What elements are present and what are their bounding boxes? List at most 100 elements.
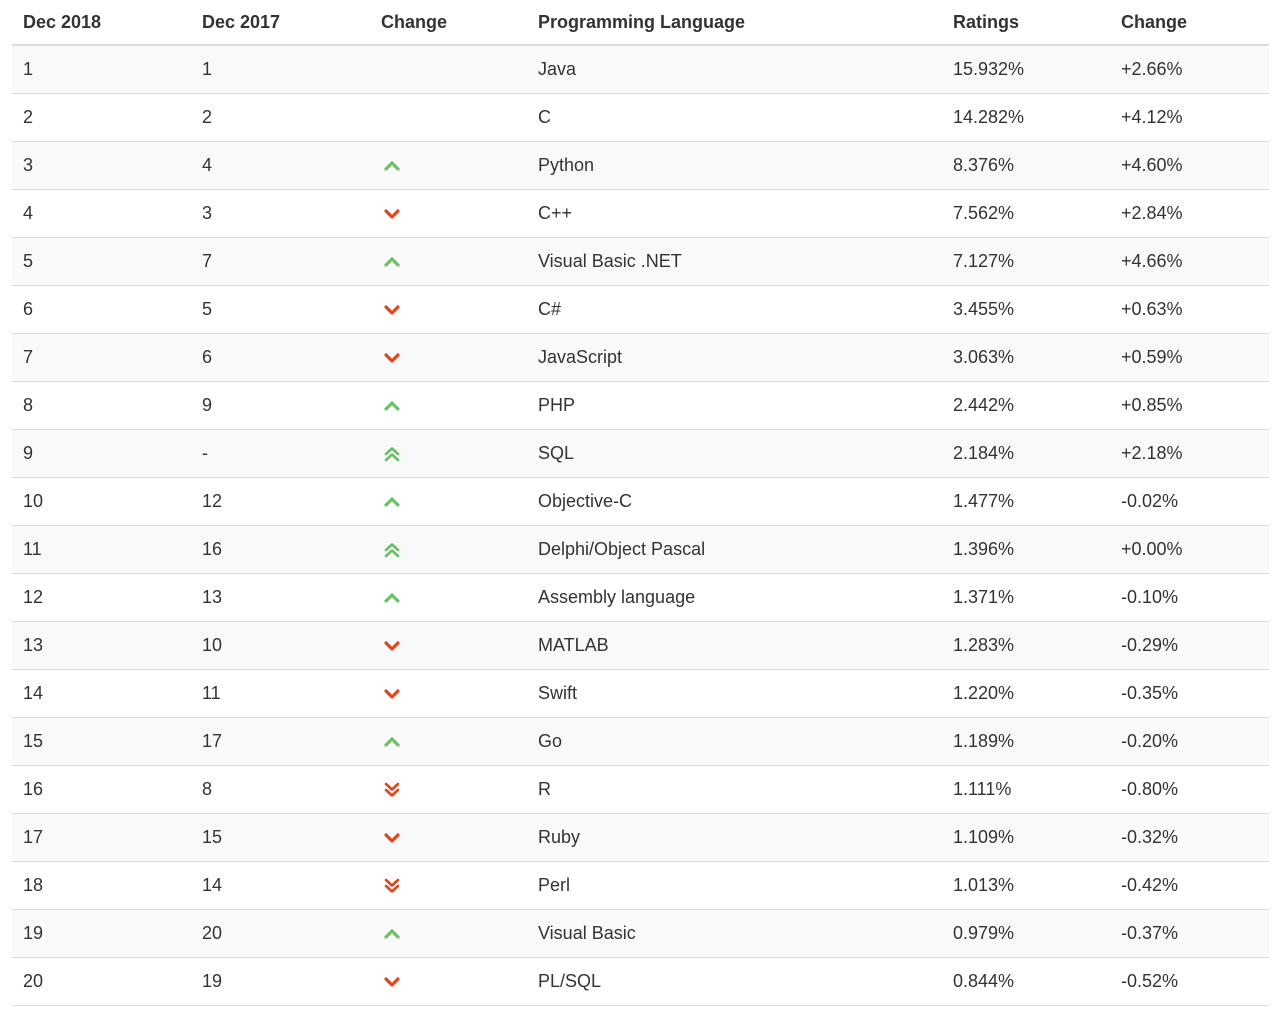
rating-change-value: -0.20% <box>1110 717 1269 766</box>
rating-change-value: +4.12% <box>1110 93 1269 142</box>
rating-value: 1.477% <box>942 477 1110 526</box>
language-name: Visual Basic <box>527 909 942 958</box>
rating-value: 2.442% <box>942 381 1110 430</box>
header-rating-change[interactable]: Change <box>1110 0 1269 46</box>
rating-value: 0.844% <box>942 957 1110 1006</box>
rating-value: 8.376% <box>942 141 1110 190</box>
rating-change-value: +4.66% <box>1110 237 1269 286</box>
language-name: Java <box>527 45 942 94</box>
table-row[interactable]: 19 20 Visual Basic 0.979% -0.37% <box>12 909 1269 958</box>
language-name: Swift <box>527 669 942 718</box>
header-dec-2018[interactable]: Dec 2018 <box>12 0 191 46</box>
header-rank-change[interactable]: Change <box>370 0 527 46</box>
rank-change-cell <box>370 333 527 382</box>
rank-change-cell <box>370 957 527 1006</box>
rank-2018: 11 <box>12 525 191 574</box>
table-row[interactable]: 9- SQL 2.184% +2.18% <box>12 429 1269 478</box>
rank-2018: 10 <box>12 477 191 526</box>
rank-2018: 16 <box>12 765 191 814</box>
rank-2018: 8 <box>12 381 191 430</box>
rank-2017: 8 <box>191 765 370 814</box>
table-row[interactable]: 13 10 MATLAB 1.283% -0.29% <box>12 621 1269 670</box>
table-row[interactable]: 8 9 PHP 2.442% +0.85% <box>12 381 1269 430</box>
rank-change-cell <box>370 765 527 814</box>
table-row[interactable]: 5 7 Visual Basic .NET 7.127% +4.66% <box>12 237 1269 286</box>
language-name: Go <box>527 717 942 766</box>
table-row[interactable]: 15 17 Go 1.189% -0.20% <box>12 717 1269 766</box>
rank-2017: 14 <box>191 861 370 910</box>
language-name: MATLAB <box>527 621 942 670</box>
rank-change-cell <box>370 717 527 766</box>
table-header-row: Dec 2018 Dec 2017 Change Programming Lan… <box>12 0 1269 46</box>
table-row[interactable]: 7 6 JavaScript 3.063% +0.59% <box>12 333 1269 382</box>
language-name: JavaScript <box>527 333 942 382</box>
rating-value: 0.979% <box>942 909 1110 958</box>
rank-2017: 19 <box>191 957 370 1006</box>
language-name: SQL <box>527 429 942 478</box>
chevron-down-icon <box>382 636 402 656</box>
table-row[interactable]: 2 2 C 14.282% +4.12% <box>12 93 1269 142</box>
rating-value: 7.127% <box>942 237 1110 286</box>
language-name: C# <box>527 285 942 334</box>
language-name: Assembly language <box>527 573 942 622</box>
rating-value: 1.189% <box>942 717 1110 766</box>
rating-change-value: +2.66% <box>1110 45 1269 94</box>
rating-change-value: +2.84% <box>1110 189 1269 238</box>
language-name: PHP <box>527 381 942 430</box>
rank-change-cell <box>370 573 527 622</box>
chevron-down-icon <box>382 204 402 224</box>
table-row[interactable]: 14 11 Swift 1.220% -0.35% <box>12 669 1269 718</box>
rating-value: 7.562% <box>942 189 1110 238</box>
rating-value: 1.109% <box>942 813 1110 862</box>
rank-2017: 10 <box>191 621 370 670</box>
table-row[interactable]: 3 4 Python 8.376% +4.60% <box>12 141 1269 190</box>
table-row[interactable]: 16 8 R 1.111% -0.80% <box>12 765 1269 814</box>
rating-change-value: -0.02% <box>1110 477 1269 526</box>
rating-change-value: -0.80% <box>1110 765 1269 814</box>
table-row[interactable]: 12 13 Assembly language 1.371% -0.10% <box>12 573 1269 622</box>
double-chevron-down-icon <box>382 876 402 896</box>
language-name: R <box>527 765 942 814</box>
rank-2018: 20 <box>12 957 191 1006</box>
rank-change-cell <box>370 813 527 862</box>
table-row[interactable]: 1 1 Java 15.932% +2.66% <box>12 45 1269 94</box>
rank-2017: 2 <box>191 93 370 142</box>
language-name: PL/SQL <box>527 957 942 1006</box>
rating-value: 1.013% <box>942 861 1110 910</box>
rating-change-value: +2.18% <box>1110 429 1269 478</box>
rank-change-cell <box>370 189 527 238</box>
header-ratings[interactable]: Ratings <box>942 0 1110 46</box>
table-row[interactable]: 11 16 Delphi/Object Pascal 1.396% +0.00% <box>12 525 1269 574</box>
rating-change-value: +0.85% <box>1110 381 1269 430</box>
table-row[interactable]: 6 5 C# 3.455% +0.63% <box>12 285 1269 334</box>
rating-change-value: +0.59% <box>1110 333 1269 382</box>
rank-2017: - <box>191 429 370 478</box>
header-programming-language[interactable]: Programming Language <box>527 0 942 46</box>
rank-change-cell <box>370 141 527 190</box>
language-name: C++ <box>527 189 942 238</box>
table-row[interactable]: 4 3 C++ 7.562% +2.84% <box>12 189 1269 238</box>
rating-change-value: +4.60% <box>1110 141 1269 190</box>
rank-2018: 19 <box>12 909 191 958</box>
rank-change-cell <box>370 285 527 334</box>
rating-value: 1.283% <box>942 621 1110 670</box>
language-name: Objective-C <box>527 477 942 526</box>
header-dec-2017[interactable]: Dec 2017 <box>191 0 370 46</box>
rank-2018: 17 <box>12 813 191 862</box>
chevron-down-icon <box>382 828 402 848</box>
rank-change-cell <box>370 237 527 286</box>
language-ranking-table: Dec 2018 Dec 2017 Change Programming Lan… <box>12 0 1269 1006</box>
rating-change-value: -0.52% <box>1110 957 1269 1006</box>
language-name: Visual Basic .NET <box>527 237 942 286</box>
table-row[interactable]: 10 12 Objective-C 1.477% -0.02% <box>12 477 1269 526</box>
rank-change-cell <box>370 477 527 526</box>
table-row[interactable]: 20 19 PL/SQL 0.844% -0.52% <box>12 957 1269 1006</box>
rank-change-cell <box>370 429 527 478</box>
rating-change-value: -0.10% <box>1110 573 1269 622</box>
table-row[interactable]: 18 14 Perl 1.013% -0.42% <box>12 861 1269 910</box>
language-name: Perl <box>527 861 942 910</box>
rating-change-value: -0.29% <box>1110 621 1269 670</box>
table-row[interactable]: 17 15 Ruby 1.109% -0.32% <box>12 813 1269 862</box>
rating-value: 1.220% <box>942 669 1110 718</box>
rank-2017: 13 <box>191 573 370 622</box>
